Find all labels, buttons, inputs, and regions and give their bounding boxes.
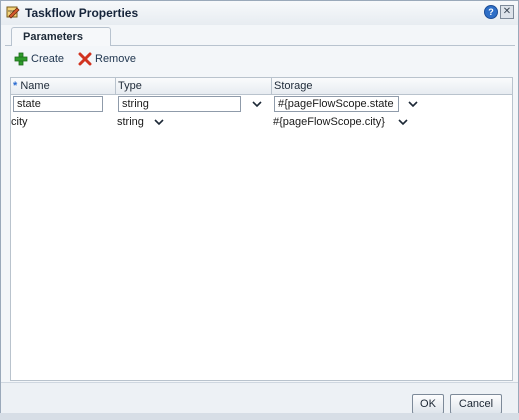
name-cell: city — [11, 116, 28, 128]
parameters-table: * Name Type Storage state string #{pageF… — [10, 77, 513, 381]
chevron-down-icon[interactable] — [154, 117, 164, 127]
remove-button-label: Remove — [95, 53, 136, 65]
remove-x-icon — [78, 52, 92, 66]
name-input[interactable]: state — [13, 96, 103, 112]
chevron-down-icon[interactable] — [398, 117, 408, 127]
column-header-storage[interactable]: Storage — [274, 80, 313, 94]
dialog-title: Taskflow Properties — [25, 6, 139, 20]
parameters-panel: Create Remove * Name Type Storage state — [5, 46, 514, 381]
dialog-title-bar: xyz Taskflow Properties ? ✕ — [1, 1, 518, 25]
type-select[interactable]: string — [118, 96, 241, 112]
ok-button[interactable]: OK — [412, 394, 444, 414]
column-header-name[interactable]: * Name — [13, 80, 50, 94]
status-strip — [0, 413, 519, 420]
table-row[interactable]: city string #{pageFlowScope.city} — [11, 114, 512, 131]
plus-icon — [14, 52, 28, 66]
create-button[interactable]: Create — [14, 51, 64, 67]
column-header-type[interactable]: Type — [118, 80, 142, 94]
table-header: * Name Type Storage — [11, 78, 512, 95]
column-divider[interactable] — [271, 78, 272, 94]
type-cell[interactable]: string — [117, 115, 144, 129]
tab-parameters[interactable]: Parameters — [11, 27, 111, 46]
storage-cell[interactable]: #{pageFlowScope.city} — [273, 115, 385, 129]
tab-strip: Parameters — [5, 27, 515, 46]
column-divider[interactable] — [115, 78, 116, 94]
taskflow-properties-dialog: xyz Taskflow Properties ? ✕ Parameters C… — [0, 0, 519, 418]
taskflow-icon: xyz — [6, 6, 20, 19]
chevron-down-icon[interactable] — [408, 99, 418, 109]
close-icon[interactable]: ✕ — [500, 5, 514, 19]
cancel-button[interactable]: Cancel — [450, 394, 502, 414]
chevron-down-icon[interactable] — [252, 99, 262, 109]
storage-select[interactable]: #{pageFlowScope.state — [274, 96, 399, 112]
help-icon[interactable]: ? — [484, 5, 498, 19]
required-marker: * — [13, 80, 18, 92]
svg-text:xyz: xyz — [8, 8, 14, 13]
tab-parameters-label: Parameters — [23, 31, 83, 43]
column-name-label: Name — [20, 80, 50, 92]
table-row[interactable]: state string #{pageFlowScope.state — [11, 96, 512, 113]
create-button-label: Create — [31, 53, 65, 65]
remove-button[interactable]: Remove — [78, 51, 136, 67]
